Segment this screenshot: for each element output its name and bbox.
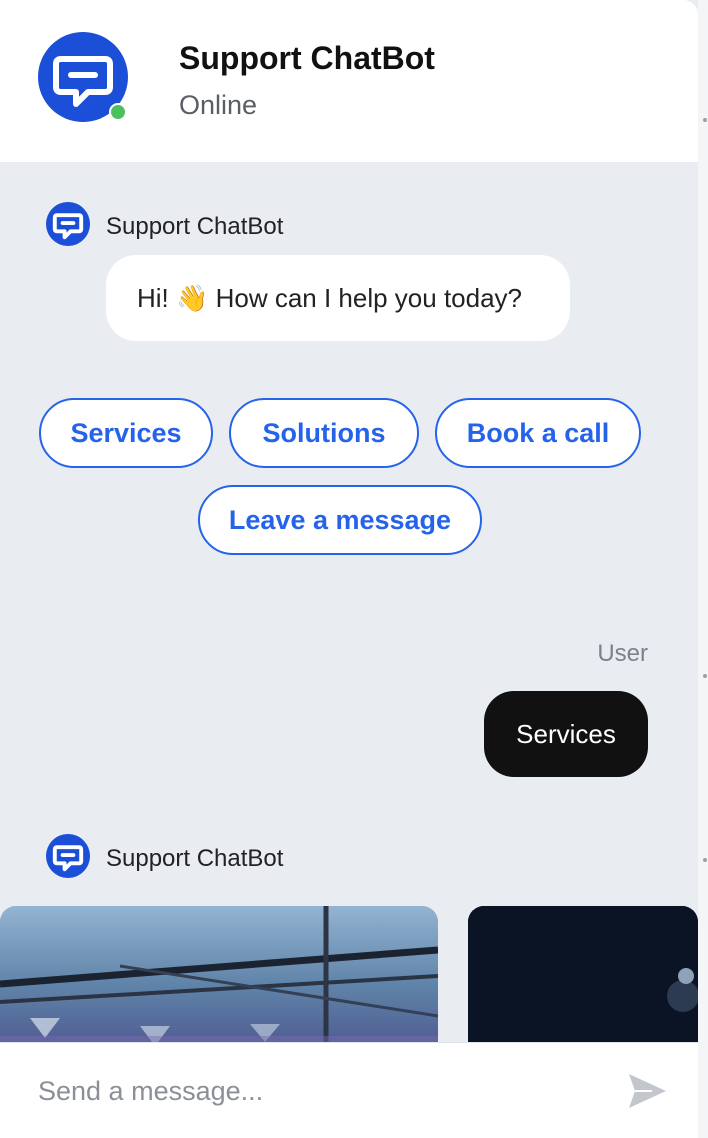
scroll-marker <box>703 858 707 862</box>
bot-message-avatar <box>46 202 90 246</box>
quick-reply-book-a-call[interactable]: Book a call <box>435 398 641 468</box>
message-composer <box>0 1042 698 1138</box>
message-sender-name: Support ChatBot <box>106 845 284 872</box>
message-sender-name: Support ChatBot <box>106 213 284 240</box>
bot-message-avatar <box>46 834 90 878</box>
quick-reply-leave-a-message[interactable]: Leave a message <box>198 485 482 555</box>
scroll-marker <box>703 118 707 122</box>
chat-status: Online <box>179 90 258 120</box>
chat-bubble-icon <box>52 213 84 240</box>
online-status-dot <box>109 103 127 121</box>
chat-title: Support ChatBot <box>179 40 435 76</box>
chat-bubble-icon <box>52 845 84 872</box>
scroll-marker <box>703 674 707 678</box>
user-message-bubble: Services <box>484 691 648 777</box>
message-input[interactable] <box>38 1071 598 1111</box>
quick-reply-solutions[interactable]: Solutions <box>229 398 419 468</box>
bot-message-bubble: Hi! 👋 How can I help you today? <box>106 255 570 341</box>
chat-window: Support ChatBot Online Support ChatBot H… <box>0 0 698 1138</box>
quick-reply-services[interactable]: Services <box>39 398 213 468</box>
message-sender-name: User <box>597 640 648 667</box>
chat-header: Support ChatBot Online <box>0 0 698 162</box>
send-icon[interactable] <box>626 1070 668 1112</box>
scroll-track[interactable] <box>698 0 708 1138</box>
